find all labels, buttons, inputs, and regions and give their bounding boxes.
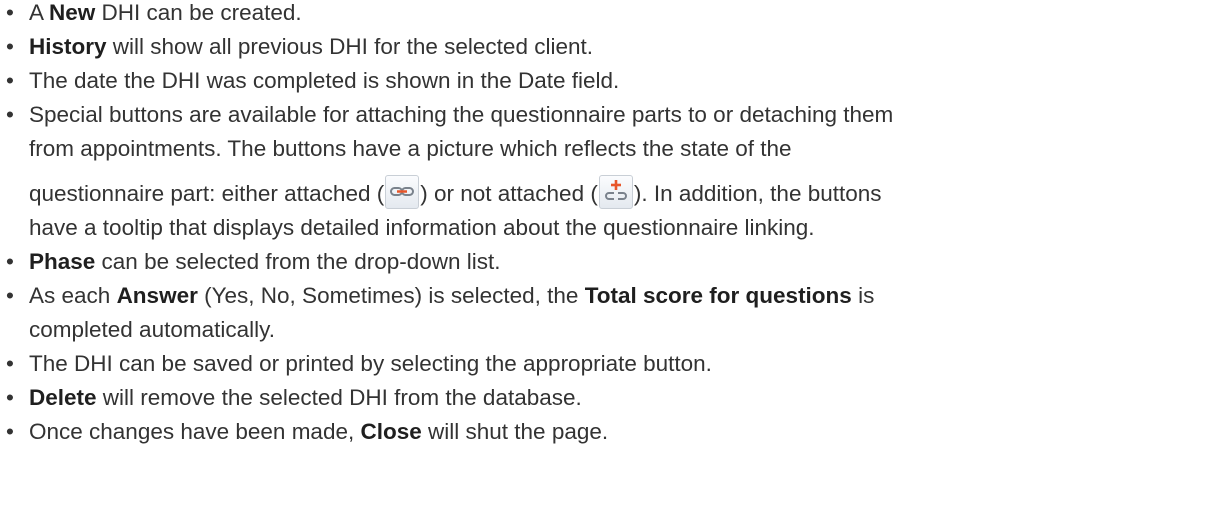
bullet-text: completed automatically. <box>29 317 275 342</box>
bullet-text: is <box>851 283 875 308</box>
bullet-text: ) or not attached ( <box>420 181 598 206</box>
bullet-text: Once changes have been made, <box>29 419 361 444</box>
bullet-text: Special buttons are available for attach… <box>29 102 894 127</box>
link-attached-icon <box>385 175 420 209</box>
keyword-total-score: Total score for questions <box>584 283 852 308</box>
bullet-text: from appointments. The buttons have a pi… <box>29 136 792 161</box>
bullet-delete: Delete will remove the selected DHI from… <box>0 381 1216 415</box>
bullet-phase: Phase can be selected from the drop-down… <box>0 245 1216 279</box>
bullet-text: As each <box>29 283 117 308</box>
bullet-line-with-icons: questionnaire part: either attached ( ) … <box>29 175 882 211</box>
bullet-text: A <box>29 0 50 25</box>
help-document: A New DHI can be created. History will s… <box>0 0 1216 524</box>
bullet-text: will shut the page. <box>421 419 609 444</box>
bullet-text: will remove the selected DHI from the da… <box>96 385 582 410</box>
bullet-new: A New DHI can be created. <box>0 0 1216 30</box>
keyword-answer: Answer <box>116 283 198 308</box>
bullet-text: The date the DHI was completed is shown … <box>29 68 620 93</box>
bullet-history: History will show all previous DHI for t… <box>0 30 1216 64</box>
bullet-answer: As each Answer (Yes, No, Sometimes) is s… <box>0 279 1216 347</box>
bullet-text: DHI can be created. <box>95 0 302 25</box>
bullet-text: The DHI can be saved or printed by selec… <box>29 351 712 376</box>
bullet-close: Once changes have been made, Close will … <box>0 415 1216 449</box>
bullet-date: The date the DHI was completed is shown … <box>0 64 1216 98</box>
bullet-text: (Yes, No, Sometimes) is selected, the <box>197 283 585 308</box>
bullet-special-buttons: Special buttons are available for attach… <box>0 98 1216 245</box>
keyword-new: New <box>49 0 96 25</box>
keyword-history: History <box>29 34 107 59</box>
bullet-text: can be selected from the drop-down list. <box>95 249 501 274</box>
bullet-text: questionnaire part: either attached ( <box>29 181 385 206</box>
keyword-phase: Phase <box>29 249 96 274</box>
bullet-list: A New DHI can be created. History will s… <box>0 0 1216 449</box>
bullet-save-print: The DHI can be saved or printed by selec… <box>0 347 1216 381</box>
keyword-delete: Delete <box>29 385 97 410</box>
link-add-icon <box>598 175 633 209</box>
keyword-close: Close <box>360 419 422 444</box>
bullet-text: will show all previous DHI for the selec… <box>106 34 593 59</box>
bullet-text: ). In addition, the buttons <box>633 181 882 206</box>
bullet-text: have a tooltip that displays detailed in… <box>29 215 815 240</box>
